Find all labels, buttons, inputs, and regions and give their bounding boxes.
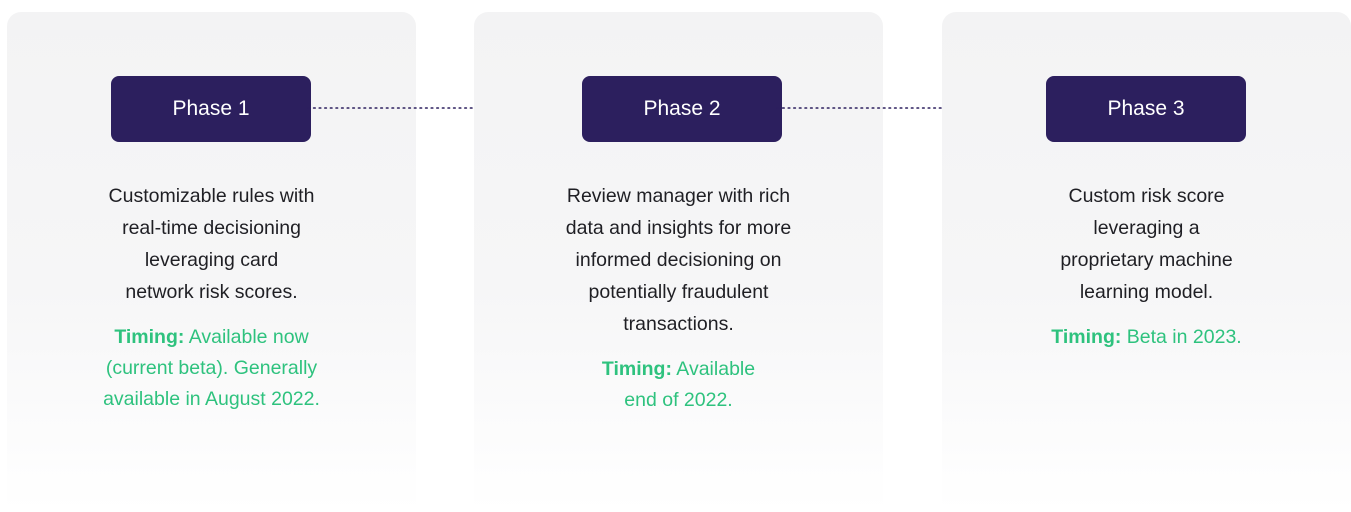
phase-1-timing-line: available in August 2022. [103,388,320,410]
phase-2-description-line: transactions. [623,313,734,335]
phase-2-description-line: potentially fraudulent [588,281,769,303]
phase-1-description-line: real-time decisioning [122,217,301,239]
phase-3-timing-label: Timing: [1051,326,1122,348]
phase-2-description-line: data and insights for more [565,217,792,239]
phase-2-timing-line: Available [671,358,756,380]
phase-3-timing-line: Beta in 2023. [1121,326,1242,348]
phase-3-description-line: learning model. [1079,281,1214,303]
phase-3-timing: Timing: Beta in 2023. [942,322,1351,353]
phase-1-description-line: network risk scores. [125,281,298,303]
phase-1-description-line: Customizable rules with [108,185,315,207]
phase-3-description-line: proprietary machine [1060,249,1233,271]
phase-2-content: Review manager with rich data and insigh… [474,180,883,416]
phase-2-timing-label: Timing: [601,358,672,380]
phase-3-badge: Phase 3 [1046,76,1246,142]
phase-1-timing: Timing: Available now (current beta). Ge… [7,322,416,415]
phase-1-description-line: leveraging card [144,249,279,271]
phase-roadmap: Phase 1 Customizable rules with real-tim… [0,0,1351,512]
phase-2-timing: Timing: Available end of 2022. [474,354,883,416]
phase-1-content: Customizable rules with real-time decisi… [7,180,416,415]
phase-1-badge: Phase 1 [111,76,311,142]
phase-2-description-line: Review manager with rich [566,185,791,207]
phase-2-timing-line: end of 2022. [624,389,733,411]
phase-2-badge: Phase 2 [582,76,782,142]
phase-1-timing-line: (current beta). Generally [105,357,318,379]
phase-3-description-line: leveraging a [1093,217,1200,239]
phase-1-timing-label: Timing: [114,326,185,348]
phase-3-description-line: Custom risk score [1068,185,1225,207]
phase-3-content: Custom risk score leveraging a proprieta… [942,180,1351,353]
phase-2-description-line: informed decisioning on [575,249,782,271]
phase-1-timing-line: Available now [184,326,309,348]
